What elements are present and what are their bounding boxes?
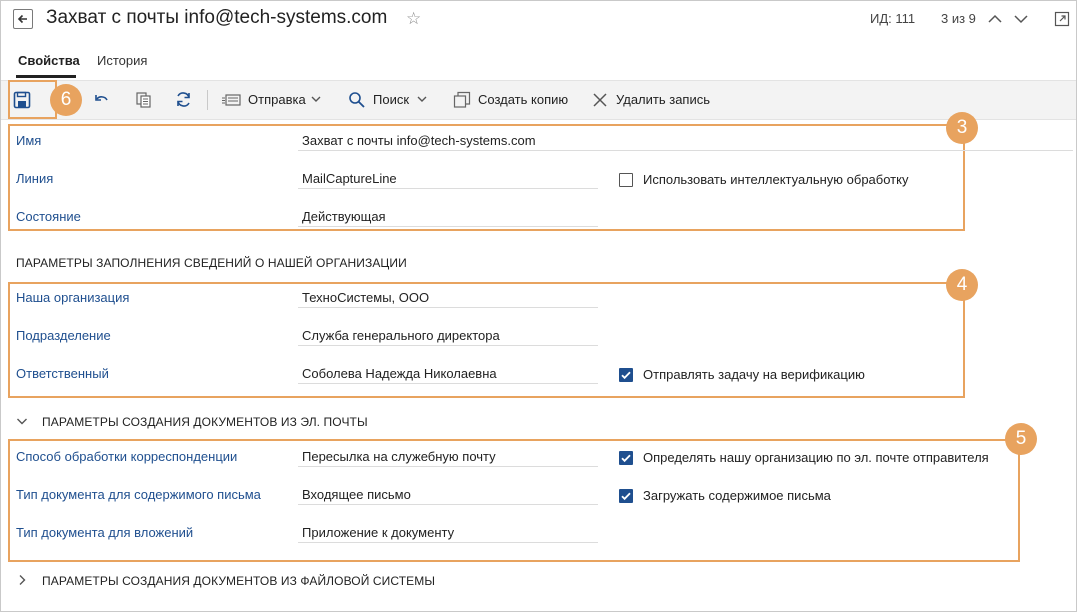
- content-doc-type-underline: [298, 504, 598, 505]
- tab-bar: Свойства История: [1, 45, 1076, 79]
- back-button[interactable]: [13, 9, 33, 29]
- external-window-icon: [1054, 11, 1070, 27]
- attachment-doc-type-label: Тип документа для вложений: [16, 525, 194, 540]
- chevron-up-icon: [988, 14, 1002, 23]
- processing-method-field[interactable]: Пересылка на служебную почту: [302, 449, 496, 464]
- our-organization-underline: [298, 307, 598, 308]
- record-card: Захват с почты info@tech-systems.com ☆ И…: [0, 0, 1077, 612]
- title-bar: Захват с почты info@tech-systems.com ☆ И…: [1, 1, 1076, 41]
- our-organization-label: Наша организация: [16, 290, 130, 305]
- refresh-button[interactable]: [174, 90, 193, 109]
- content-doc-type-label: Тип документа для содержимого письма: [16, 487, 261, 502]
- toolbar: Отправка Поиск Создать копию Удалить зап…: [1, 80, 1076, 120]
- content-doc-type-field[interactable]: Входящее письмо: [302, 487, 411, 502]
- tab-properties[interactable]: Свойства: [18, 53, 80, 68]
- arrow-left-icon: [17, 14, 27, 24]
- name-field-label: Имя: [16, 133, 42, 148]
- fs-section-title[interactable]: ПАРАМЕТРЫ СОЗДАНИЯ ДОКУМЕНТОВ ИЗ ФАЙЛОВО…: [42, 574, 435, 588]
- send-menu-button[interactable]: Отправка: [248, 92, 306, 107]
- tab-history[interactable]: История: [97, 53, 147, 68]
- chevron-right-icon: [19, 575, 26, 585]
- previous-record-button[interactable]: [987, 11, 1003, 27]
- department-field[interactable]: Служба генерального директора: [302, 328, 500, 343]
- callout-badge-6: 6: [50, 84, 82, 116]
- chevron-down-icon: [1014, 15, 1028, 24]
- undo-button[interactable]: [93, 91, 111, 109]
- processing-method-label: Способ обработки корреспонденции: [16, 449, 238, 464]
- duplicate-icon: [453, 91, 471, 109]
- responsible-field[interactable]: Соболева Надежда Николаевна: [302, 366, 497, 381]
- responsible-underline: [298, 383, 598, 384]
- line-field-label: Линия: [16, 171, 54, 186]
- our-organization-field[interactable]: ТехноСистемы, ООО: [302, 290, 429, 305]
- callout-badge-4: 4: [946, 269, 978, 301]
- send-verification-label: Отправлять задачу на верификацию: [643, 367, 865, 382]
- org-section-title: ПАРАМЕТРЫ ЗАПОЛНЕНИЯ СВЕДЕНИЙ О НАШЕЙ ОР…: [16, 256, 407, 270]
- create-copy-button[interactable]: Создать копию: [478, 92, 568, 107]
- attachment-doc-type-underline: [298, 542, 598, 543]
- intelligent-processing-checkbox[interactable]: [619, 173, 633, 187]
- mail-section-toggle[interactable]: [16, 415, 28, 427]
- name-field[interactable]: Захват с почты info@tech-systems.com: [302, 133, 536, 148]
- responsible-label: Ответственный: [16, 366, 109, 381]
- detect-org-checkbox[interactable]: [619, 451, 633, 465]
- name-field-underline: [298, 150, 1073, 151]
- copy-icon: [136, 92, 151, 108]
- delete-record-button[interactable]: Удалить запись: [616, 92, 710, 107]
- load-content-checkbox[interactable]: [619, 489, 633, 503]
- page-title: Захват с почты info@tech-systems.com: [46, 7, 388, 28]
- close-icon: [592, 92, 608, 108]
- record-pager: 3 из 9: [941, 11, 976, 26]
- chevron-down-icon: [311, 94, 321, 104]
- search-menu-button[interactable]: Поиск: [373, 92, 409, 107]
- fs-section-toggle[interactable]: [16, 574, 28, 586]
- line-field[interactable]: MailCaptureLine: [302, 171, 397, 186]
- callout-badge-5: 5: [1005, 423, 1037, 455]
- state-field-underline: [298, 226, 598, 227]
- department-label: Подразделение: [16, 328, 111, 343]
- next-record-button[interactable]: [1013, 11, 1029, 27]
- toolbar-divider: [207, 90, 208, 110]
- send-verification-checkbox[interactable]: [619, 368, 633, 382]
- send-icon: [222, 93, 242, 107]
- checkmark-icon: [621, 454, 631, 463]
- mail-section-title[interactable]: ПАРАМЕТРЫ СОЗДАНИЯ ДОКУМЕНТОВ ИЗ ЭЛ. ПОЧ…: [42, 415, 368, 429]
- favorite-star-icon[interactable]: ☆: [406, 9, 421, 29]
- open-in-new-window-button[interactable]: [1054, 11, 1070, 27]
- checkmark-icon: [621, 492, 631, 501]
- attachment-doc-type-field[interactable]: Приложение к документу: [302, 525, 454, 540]
- search-icon: [348, 91, 366, 109]
- refresh-icon: [177, 92, 190, 107]
- state-field[interactable]: Действующая: [302, 209, 386, 224]
- chevron-down-icon: [17, 418, 27, 425]
- intelligent-processing-label: Использовать интеллектуальную обработку: [643, 172, 909, 187]
- undo-icon: [95, 95, 108, 101]
- active-tab-indicator: [16, 75, 76, 78]
- chevron-down-icon: [417, 94, 427, 104]
- callout-badge-3: 3: [946, 112, 978, 144]
- state-field-label: Состояние: [16, 209, 81, 224]
- copy-to-clipboard-button[interactable]: [135, 91, 153, 109]
- department-underline: [298, 345, 598, 346]
- processing-method-underline: [298, 466, 598, 467]
- detect-org-label: Определять нашу организацию по эл. почте…: [643, 450, 989, 465]
- load-content-label: Загружать содержимое письма: [643, 488, 831, 503]
- line-field-underline: [298, 188, 598, 189]
- checkmark-icon: [621, 371, 631, 380]
- record-id: ИД: 111: [870, 11, 916, 26]
